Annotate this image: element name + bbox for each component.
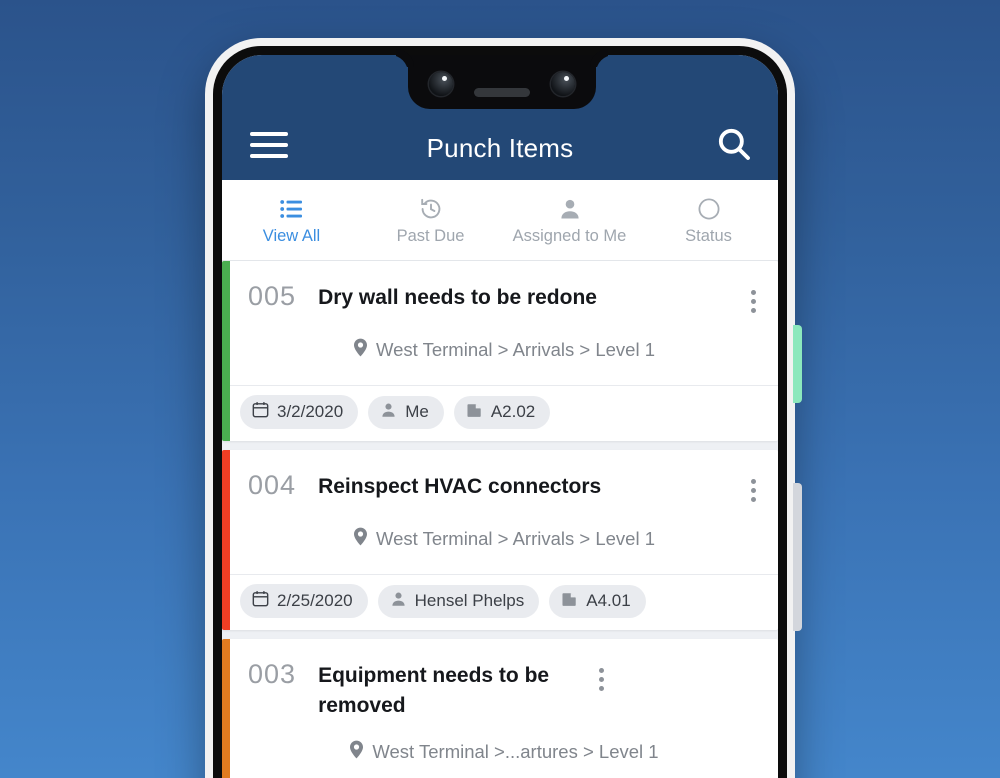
- document-icon: [561, 591, 578, 612]
- punch-item-location: West Terminal > Arrivals > Level 1: [376, 528, 655, 549]
- tab-view-all-label: View All: [262, 227, 321, 245]
- punch-item-title: Reinspect HVAC connectors: [318, 475, 602, 498]
- phone-notch: [408, 55, 596, 109]
- power-button[interactable]: [793, 325, 802, 403]
- punch-item-number: 003: [248, 659, 297, 689]
- chip-due-date[interactable]: 2/25/2020: [240, 584, 368, 618]
- front-camera-icon: [429, 72, 453, 96]
- person-icon: [380, 402, 397, 423]
- map-pin-icon: [349, 740, 364, 764]
- tab-assigned-to-me-label: Assigned to Me: [512, 227, 627, 245]
- punch-item-number: 005: [248, 281, 297, 311]
- history-icon: [419, 198, 443, 220]
- chip-assignee-label: Hensel Phelps: [414, 591, 525, 610]
- punch-item-location-row: West Terminal > Arrivals > Level 1: [230, 315, 778, 385]
- status-stripe: [222, 639, 230, 778]
- chip-due-date-label: 3/2/2020: [277, 402, 344, 421]
- front-camera-icon: [551, 72, 575, 96]
- calendar-icon: [252, 590, 269, 612]
- status-stripe: [222, 450, 230, 630]
- phone-screen: Punch Items View All Past Due Assigned t…: [222, 55, 778, 778]
- volume-button[interactable]: [793, 483, 802, 631]
- punch-item-number: 004: [248, 470, 297, 500]
- person-icon: [390, 591, 407, 612]
- chip-due-date[interactable]: 3/2/2020: [240, 395, 359, 429]
- tab-past-due-label: Past Due: [396, 227, 465, 245]
- chip-assignee[interactable]: Me: [368, 395, 444, 429]
- chip-assignee[interactable]: Hensel Phelps: [377, 584, 540, 618]
- punch-item-chip-row: 2/25/2020 Hensel Phelps A4.01: [230, 574, 778, 630]
- tab-status-label: Status: [685, 227, 732, 245]
- list-icon: [279, 198, 304, 220]
- chip-drawing-label: A4.01: [586, 591, 631, 610]
- overflow-menu-icon[interactable]: [588, 665, 614, 693]
- chip-assignee-label: Me: [405, 402, 429, 421]
- punch-item-location-row: West Terminal > Arrivals > Level 1: [230, 504, 778, 574]
- screenshot-stage: Punch Items View All Past Due Assigned t…: [0, 0, 1000, 778]
- punch-item-location: West Terminal > Arrivals > Level 1: [376, 339, 655, 360]
- tab-view-all[interactable]: View All: [222, 180, 361, 260]
- chip-drawing[interactable]: A2.02: [453, 395, 551, 429]
- tab-past-due[interactable]: Past Due: [361, 180, 500, 260]
- punch-item-card[interactable]: 003 Equipment needs to be removed West T: [222, 639, 778, 778]
- earpiece-speaker: [474, 88, 530, 97]
- search-icon[interactable]: [714, 124, 754, 164]
- page-title: Punch Items: [426, 133, 574, 163]
- tab-status[interactable]: Status: [639, 180, 778, 260]
- status-stripe: [222, 261, 230, 441]
- hamburger-menu-icon[interactable]: [250, 132, 288, 158]
- overflow-menu-icon[interactable]: [740, 476, 766, 504]
- punch-item-card[interactable]: 004 Reinspect HVAC connectors West Termi: [222, 450, 778, 630]
- filter-tab-bar: View All Past Due Assigned to Me Status: [222, 180, 778, 261]
- punch-item-card[interactable]: 005 Dry wall needs to be redone West Ter: [222, 261, 778, 441]
- tab-assigned-to-me[interactable]: Assigned to Me: [500, 180, 639, 260]
- punch-item-chip-row: 3/2/2020 Me A2.02: [230, 385, 778, 441]
- circle-icon: [697, 198, 721, 220]
- document-icon: [466, 402, 483, 423]
- punch-item-location-row: West Terminal >...artures > Level 1: [230, 722, 778, 772]
- map-pin-icon: [353, 527, 368, 551]
- overflow-menu-icon[interactable]: [740, 287, 766, 315]
- chip-due-date-label: 2/25/2020: [277, 591, 353, 610]
- punch-item-title: Dry wall needs to be redone: [318, 286, 597, 309]
- punch-item-title: Equipment needs to be removed: [318, 664, 550, 718]
- chip-drawing[interactable]: A4.01: [549, 584, 646, 618]
- punch-item-location: West Terminal >...artures > Level 1: [372, 740, 659, 762]
- chip-drawing-label: A2.02: [490, 402, 536, 421]
- person-icon: [558, 198, 582, 220]
- punch-item-list[interactable]: 005 Dry wall needs to be redone West Ter: [222, 261, 778, 778]
- calendar-icon: [252, 401, 269, 423]
- map-pin-icon: [353, 338, 368, 362]
